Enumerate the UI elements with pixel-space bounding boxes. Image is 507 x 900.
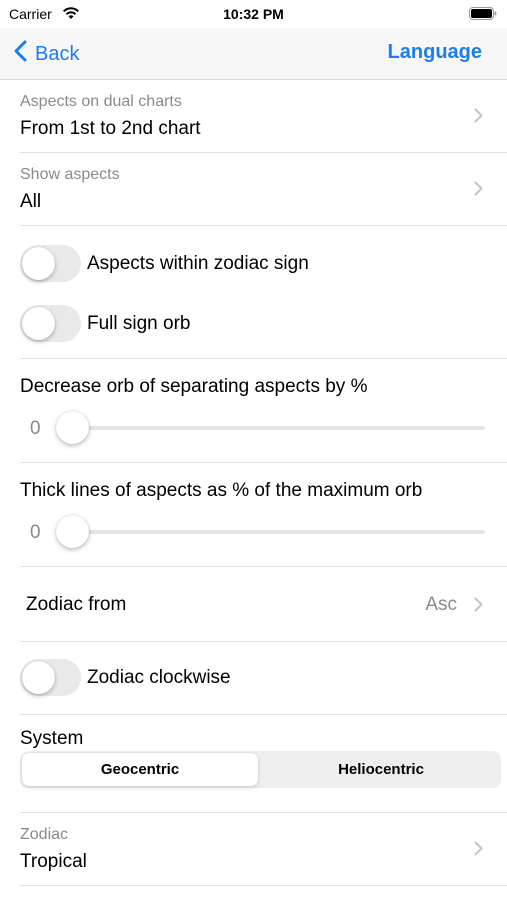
aspects-dual-charts-value: From 1st to 2nd chart [20, 118, 201, 139]
full-sign-orb-row: Full sign orb [0, 298, 507, 358]
switch-knob [22, 247, 55, 280]
slider-thumb[interactable] [56, 411, 89, 444]
show-aspects-value: All [20, 191, 42, 212]
segment-heliocentric[interactable]: Heliocentric [263, 753, 499, 786]
thick-lines-slider[interactable] [56, 515, 485, 548]
slider-thumb[interactable] [56, 515, 89, 548]
show-aspects-caption: Show aspects [20, 166, 120, 183]
segment-geocentric[interactable]: Geocentric [22, 753, 258, 786]
zodiac-clockwise-switch[interactable] [20, 659, 81, 696]
switch-knob [22, 661, 55, 694]
system-segmented-control: Geocentric Heliocentric [20, 751, 501, 788]
decrease-orb-slider[interactable] [56, 411, 485, 444]
status-bar: Carrier 10:32 PM [0, 0, 507, 28]
back-button[interactable]: Back [14, 40, 79, 68]
back-label: Back [35, 42, 80, 65]
chevron-right-icon [474, 108, 483, 128]
decrease-orb-title: Decrease orb of separating aspects by % [20, 376, 368, 397]
switch-knob [22, 307, 55, 340]
divider [20, 358, 507, 359]
zodiac-from-value: Asc [425, 594, 457, 615]
decrease-orb-value: 0 [30, 418, 41, 439]
full-sign-orb-switch[interactable] [20, 305, 81, 342]
chevron-right-icon [474, 841, 483, 861]
navigation-bar: Back Language [0, 28, 507, 80]
full-sign-orb-label: Full sign orb [87, 313, 191, 334]
thick-lines-title: Thick lines of aspects as % of the maxim… [20, 480, 423, 501]
show-aspects-row[interactable]: Show aspects All [0, 153, 507, 225]
zodiac-from-label: Zodiac from [26, 594, 127, 615]
clock: 10:32 PM [223, 6, 284, 22]
aspects-within-sign-label: Aspects within zodiac sign [87, 253, 309, 274]
aspects-within-sign-switch[interactable] [20, 245, 81, 282]
divider [20, 714, 507, 715]
zodiac-clockwise-label: Zodiac clockwise [87, 667, 231, 688]
thick-lines-value: 0 [30, 522, 41, 543]
chevron-right-icon [474, 597, 483, 617]
chevron-left-icon [14, 40, 35, 68]
aspects-dual-charts-row[interactable]: Aspects on dual charts From 1st to 2nd c… [0, 80, 507, 152]
divider [20, 885, 507, 886]
divider [20, 462, 507, 463]
zodiac-caption: Zodiac [20, 826, 69, 843]
system-label: System [20, 728, 84, 749]
zodiac-clockwise-row: Zodiac clockwise [0, 642, 507, 714]
chevron-right-icon [474, 181, 483, 201]
aspects-within-sign-row: Aspects within zodiac sign [0, 226, 507, 298]
zodiac-from-row[interactable]: Zodiac from Asc [0, 567, 507, 641]
battery-icon [469, 7, 497, 20]
aspects-dual-charts-caption: Aspects on dual charts [20, 93, 182, 110]
language-button[interactable]: Language [388, 41, 482, 64]
zodiac-value: Tropical [20, 851, 87, 872]
zodiac-row[interactable]: Zodiac Tropical [0, 813, 507, 885]
